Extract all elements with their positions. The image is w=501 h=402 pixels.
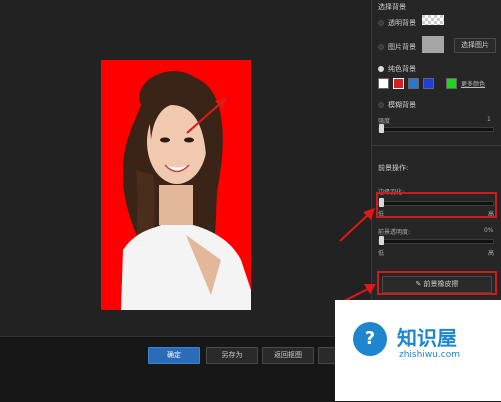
opacity-knob[interactable] <box>379 236 384 245</box>
swatch-light-blue[interactable] <box>408 78 419 89</box>
option-transparent[interactable]: 透明背景 <box>378 18 416 28</box>
opacity-value: 0% <box>484 227 494 234</box>
watermark-logo-icon: ? <box>353 322 387 356</box>
image-preview <box>422 36 444 53</box>
opacity-low-label: 低 <box>378 250 385 257</box>
annotation-arrow-hair <box>186 97 227 134</box>
save-as-button[interactable]: 另存为 <box>206 347 258 364</box>
annotation-arrow-feather <box>339 208 375 242</box>
watermark: ? 知识屋 zhishiwu.com <box>335 300 501 401</box>
radio-image[interactable] <box>378 44 384 50</box>
radio-blur[interactable] <box>378 102 384 108</box>
highlight-edge-feather <box>376 192 497 218</box>
swatch-green[interactable] <box>446 78 457 89</box>
degree-slider-track[interactable] <box>378 127 494 132</box>
swatch-blue[interactable] <box>423 78 434 89</box>
canvas-area <box>0 0 372 336</box>
option-blur[interactable]: 模糊背景 <box>378 100 416 110</box>
confirm-button[interactable]: 确定 <box>148 347 200 364</box>
radio-solid[interactable] <box>378 66 384 72</box>
option-transparent-label: 透明背景 <box>388 19 416 27</box>
select-image-button[interactable]: 选择图片 <box>454 38 496 53</box>
opacity-label: 前景透明度: <box>378 229 411 236</box>
option-solid-label: 纯色背景 <box>388 65 416 73</box>
bottom-action-bar: 确定 另存为 返回抠图 <box>0 336 371 402</box>
color-swatches: 更多颜色 <box>378 78 485 89</box>
degree-slider-knob[interactable] <box>379 124 384 133</box>
watermark-url: zhishiwu.com <box>399 350 460 360</box>
opacity-track[interactable] <box>378 239 494 244</box>
more-colors-link[interactable]: 更多颜色 <box>461 79 485 88</box>
transparent-preview <box>422 15 444 25</box>
swatch-red[interactable] <box>393 78 404 89</box>
foreground-title: 前景操作: <box>378 164 409 172</box>
highlight-eraser <box>377 271 497 295</box>
option-solid[interactable]: 纯色背景 <box>378 64 416 74</box>
opacity-high-label: 高 <box>488 250 495 257</box>
radio-transparent[interactable] <box>378 20 384 26</box>
degree-value: 1 <box>487 116 491 123</box>
background-section-title: 选择背景 <box>378 3 406 11</box>
option-image[interactable]: 图片背景 <box>378 42 416 52</box>
swatch-white[interactable] <box>378 78 389 89</box>
watermark-brand: 知识屋 <box>397 326 457 350</box>
return-to-cutout-button[interactable]: 返回抠图 <box>262 347 314 364</box>
divider <box>372 145 501 146</box>
option-blur-label: 模糊背景 <box>388 101 416 109</box>
option-image-label: 图片背景 <box>388 43 416 51</box>
